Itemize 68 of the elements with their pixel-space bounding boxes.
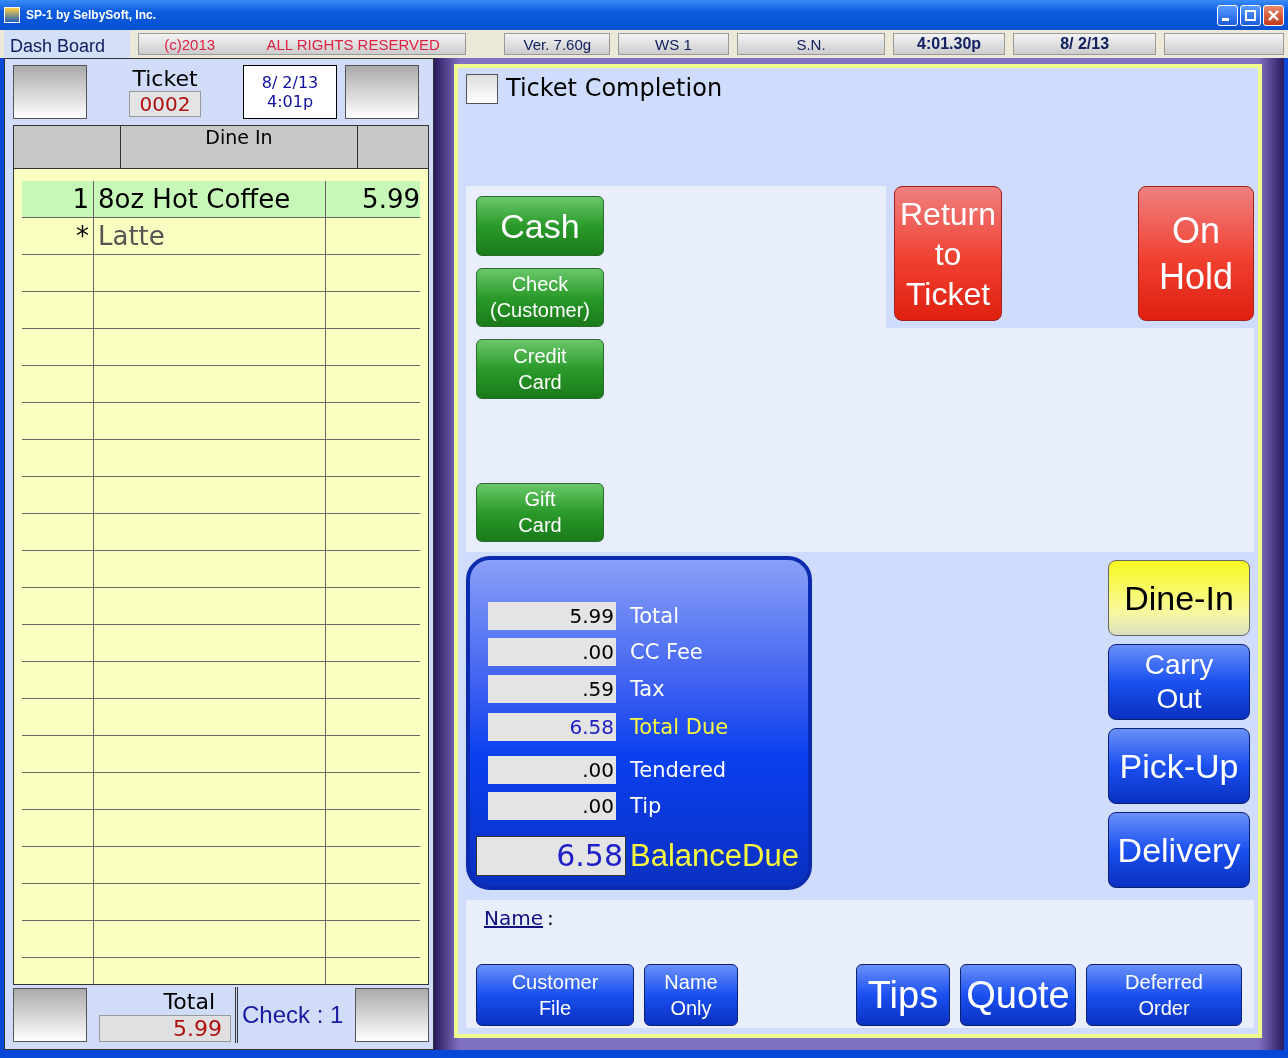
action-button[interactable]: Return to Ticket: [894, 186, 1002, 321]
blank-button[interactable]: [345, 65, 419, 119]
serial-cell: S.N.: [736, 33, 886, 55]
action-button[interactable]: Tips: [856, 964, 950, 1026]
action-button[interactable]: Deferred Order: [1086, 964, 1242, 1026]
payment-button[interactable]: Credit Card: [476, 339, 604, 399]
ticket-date: 8/ 2/13: [261, 73, 319, 92]
close-icon: [1267, 8, 1280, 22]
item-name-cell: 8oz Hot Coffee: [94, 181, 326, 217]
ticket-number: 0002: [128, 91, 202, 117]
blank-button[interactable]: [13, 988, 87, 1042]
action-button[interactable]: On Hold: [1138, 186, 1254, 321]
dash-board-tab[interactable]: Dash Board: [4, 30, 130, 58]
amount-field: .00: [488, 638, 616, 666]
action-button[interactable]: Quote: [960, 964, 1076, 1026]
total-label: Total: [163, 988, 216, 1015]
amount-field: .00: [488, 792, 616, 820]
order-type-button[interactable]: Carry Out: [1108, 644, 1250, 720]
ticket-label: Ticket: [132, 67, 198, 91]
amount-label: Total: [629, 604, 680, 628]
version-cell: Ver. 7.60g: [504, 33, 611, 55]
quantity-cell: *: [22, 218, 94, 254]
blank-button[interactable]: [13, 65, 87, 119]
dialog-title: Ticket Completion: [506, 74, 723, 102]
order-type-button[interactable]: Dine-In: [1108, 560, 1250, 636]
check-count: Check : 1: [235, 987, 351, 1043]
close-button[interactable]: [1263, 4, 1284, 26]
maximize-icon: [1244, 8, 1257, 22]
copyright-text: (c)2013: [164, 35, 216, 53]
blank-button[interactable]: [355, 988, 429, 1042]
amount-label: Tax: [629, 677, 665, 701]
payment-button[interactable]: Cash: [476, 196, 604, 256]
ticket-time: 4:01p: [266, 92, 314, 111]
date-cell: 8/ 2/13: [1012, 33, 1157, 55]
payment-button[interactable]: Check (Customer): [476, 267, 604, 327]
order-type-button[interactable]: Delivery: [1108, 812, 1250, 888]
name-link[interactable]: Name: [476, 906, 543, 930]
name-colon: :: [547, 906, 554, 930]
rights-text: ALL RIGHTS RESERVED: [266, 35, 440, 53]
amount-label: Total Due: [629, 715, 729, 739]
amount-label: Tendered: [629, 758, 727, 782]
minimize-button[interactable]: [1217, 4, 1238, 26]
workstation-cell: WS 1: [618, 33, 729, 55]
item-row[interactable]: 1 8oz Hot Coffee 5.99: [22, 181, 420, 218]
quantity-cell: 1: [22, 181, 94, 217]
total-value: 5.99: [99, 1014, 231, 1042]
payment-button[interactable]: Gift Card: [476, 482, 604, 542]
item-row[interactable]: * Latte: [22, 218, 420, 255]
amount-label: CC Fee: [629, 640, 703, 664]
amount-field: 5.99: [488, 602, 616, 630]
item-name-cell: Latte: [94, 218, 326, 254]
maximize-button[interactable]: [1240, 4, 1261, 26]
amount-field: 6.58: [488, 713, 616, 741]
amount-label: Tip: [629, 794, 662, 818]
order-type-header: Dine In: [121, 126, 358, 168]
time-cell: 4:01.30p: [893, 33, 1005, 55]
amount-field: .00: [488, 756, 616, 784]
action-button[interactable]: Customer File: [476, 964, 634, 1026]
minimize-icon: [1222, 17, 1229, 21]
balance-due-label: BalanceDue: [630, 838, 799, 874]
price-cell-text: 5.99: [361, 183, 420, 216]
window-title: SP-1 by SelbySoft, Inc.: [26, 8, 158, 22]
balance-due-field: 6.58: [476, 836, 626, 876]
order-type-button[interactable]: Pick-Up: [1108, 728, 1250, 804]
checkbox[interactable]: [466, 74, 498, 104]
app-icon: [4, 7, 20, 23]
action-button[interactable]: Name Only: [644, 964, 738, 1026]
amount-field: .59: [488, 675, 616, 703]
